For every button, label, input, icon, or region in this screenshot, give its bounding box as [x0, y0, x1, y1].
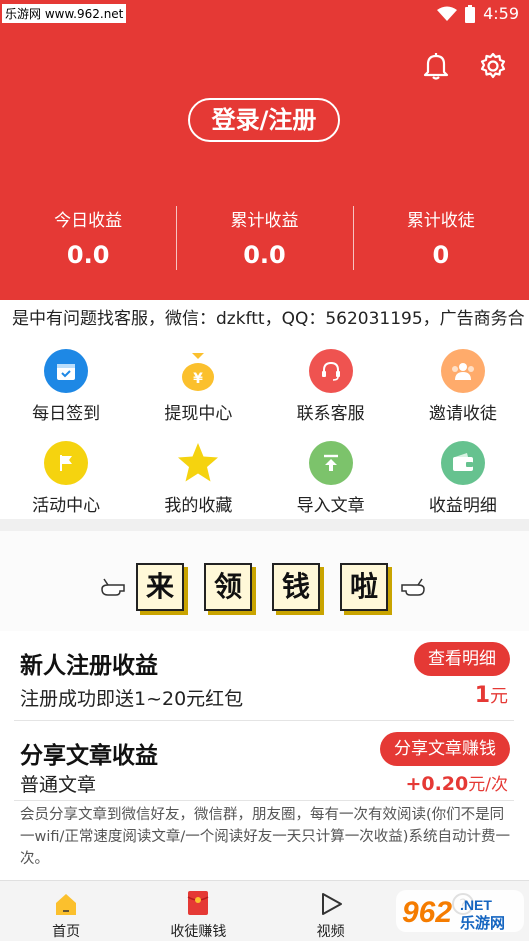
star-icon [176, 441, 220, 485]
banner-char: 钱 [272, 563, 320, 611]
import-icon [308, 441, 353, 485]
grid-label: 我的收藏 [164, 496, 233, 516]
share-reward-description: 会员分享文章到微信好友，微信群，朋友圈，每有一次有效阅读(你们不是同一wifi/… [20, 807, 510, 867]
stat-today-earnings[interactable]: 今日收益 0.0 [0, 200, 176, 272]
grid-item-daily-checkin[interactable]: 每日签到 [0, 343, 132, 427]
feature-grid: 每日签到 ¥ 提现中心 联系客服 邀请收徒 活动中心 我的收藏 导入文章 收益明… [0, 343, 529, 519]
grid-label: 导入文章 [296, 496, 365, 516]
stat-total-earnings[interactable]: 累计收益 0.0 [176, 200, 352, 272]
nav-label: 视频 [316, 924, 345, 940]
svg-text:962: 962 [402, 896, 452, 929]
stat-total-apprentices[interactable]: 累计收徒 0 [352, 200, 529, 272]
headset-icon [308, 349, 353, 393]
stat-label: 累计收徒 [406, 211, 475, 231]
stat-value: 0 [432, 241, 450, 269]
stat-label: 累计收益 [230, 211, 299, 231]
grid-item-invite-apprentices[interactable]: 邀请收徒 [397, 343, 529, 427]
stat-label: 今日收益 [54, 211, 123, 231]
clock: 4:59 [483, 4, 519, 23]
view-details-button[interactable]: 查看明细 [414, 642, 510, 676]
card-separator [14, 800, 514, 801]
status-indicators: 4:59 [437, 4, 519, 23]
nav-earn-apprentices[interactable]: 收徒赚钱 [132, 881, 264, 941]
grid-label: 联系客服 [296, 404, 365, 424]
nav-home[interactable]: 首页 [0, 881, 132, 941]
watermark-logo: 962 .NET 乐游网 [394, 884, 526, 936]
red-envelope-icon [132, 887, 264, 917]
stat-value: 0.0 [66, 241, 110, 269]
banner-char: 啦 [340, 563, 388, 611]
grid-label: 邀请收徒 [428, 404, 497, 424]
earnings-stats: 今日收益 0.0 累计收益 0.0 累计收徒 0 [0, 200, 529, 272]
login-register-button[interactable]: 登录/注册 [188, 98, 340, 142]
banner-char: 来 [136, 563, 184, 611]
svg-text:乐游网: 乐游网 [460, 914, 505, 932]
nav-video[interactable]: 视频 [265, 881, 397, 941]
amount-value: +0.20 [405, 773, 469, 795]
battery-icon [465, 4, 476, 23]
header: 乐游网 www.962.net 4:59 登录/注册 今日收益 0.0 累计收益… [0, 0, 529, 300]
grid-item-earnings-detail[interactable]: 收益明细 [397, 435, 529, 519]
signup-reward-amount: 1元 [475, 682, 508, 708]
amount-value: 1 [474, 683, 490, 708]
home-icon [0, 887, 132, 917]
bell-icon[interactable] [423, 52, 449, 80]
grid-item-activity-center[interactable]: 活动中心 [0, 435, 132, 519]
grid-item-contact-support[interactable]: 联系客服 [265, 343, 397, 427]
wifi-icon [437, 6, 458, 22]
grid-item-withdraw-center[interactable]: ¥ 提现中心 [132, 343, 264, 427]
play-icon [265, 887, 397, 917]
nav-label: 收徒赚钱 [170, 924, 227, 940]
gear-icon[interactable] [479, 52, 507, 80]
money-bag-icon: ¥ [176, 349, 220, 393]
grid-label: 活动中心 [32, 496, 101, 516]
card-separator [14, 720, 514, 721]
notice-marquee: 是中有问题找客服，微信：dzkftt，QQ：562031195，广告商务合 [12, 309, 525, 329]
pointing-hand-icon [400, 575, 428, 603]
grid-label: 提现中心 [164, 404, 233, 424]
people-icon [440, 349, 485, 393]
share-article-button[interactable]: 分享文章赚钱 [380, 732, 510, 766]
status-bar: 乐游网 www.962.net 4:59 [0, 0, 529, 28]
svg-text:¥: ¥ [194, 371, 204, 387]
grid-label: 每日签到 [32, 404, 101, 424]
pointing-hand-icon [98, 575, 126, 603]
grid-item-my-favorites[interactable]: 我的收藏 [132, 435, 264, 519]
amount-unit: 元/次 [468, 775, 508, 795]
signup-reward-card: 新人注册收益 查看明细 注册成功即送1~20元红包 1元 [20, 640, 510, 716]
signup-reward-subtitle: 注册成功即送1~20元红包 [20, 688, 244, 710]
section-divider [0, 519, 529, 531]
grid-item-import-article[interactable]: 导入文章 [265, 435, 397, 519]
share-reward-title: 分享文章收益 [20, 743, 158, 769]
banner-title: 来 领 钱 啦 [136, 563, 388, 611]
calendar-check-icon [44, 349, 89, 393]
promo-banner[interactable]: 来 领 钱 啦 [0, 531, 529, 631]
amount-unit: 元 [490, 686, 508, 707]
stat-value: 0.0 [243, 241, 286, 269]
share-reward-amount: +0.20元/次 [405, 770, 508, 795]
wallet-icon [440, 441, 485, 485]
svg-text:.NET: .NET [460, 897, 492, 913]
share-reward-card: 分享文章收益 分享文章赚钱 普通文章 +0.20元/次 [20, 728, 510, 804]
grid-label: 收益明细 [428, 496, 497, 516]
nav-label: 首页 [52, 924, 81, 940]
share-reward-subtitle: 普通文章 [20, 774, 97, 796]
banner-char: 领 [204, 563, 252, 611]
watermark-label: 乐游网 www.962.net [2, 4, 127, 23]
header-actions [423, 52, 507, 80]
flag-icon [44, 441, 89, 485]
signup-reward-title: 新人注册收益 [20, 653, 158, 679]
